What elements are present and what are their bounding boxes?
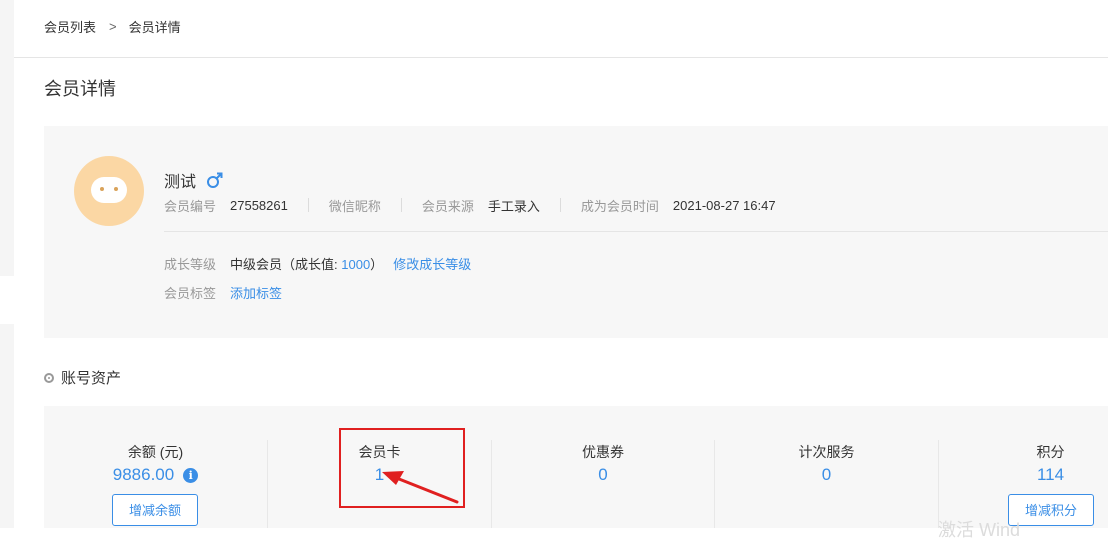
member-source-value: 手工录入 — [487, 198, 540, 214]
coupon-label: 优惠券 — [582, 444, 624, 460]
account-assets-label: 账号资产 — [61, 370, 122, 387]
adjust-balance-button[interactable]: 增减余额 — [112, 494, 198, 526]
join-time-value: 2021-08-27 16:47 — [672, 197, 776, 213]
count-service-value[interactable]: 0 — [715, 465, 938, 485]
growth-suffix: ） — [370, 257, 384, 272]
avatar — [74, 156, 144, 226]
member-name-row: 测试 — [164, 168, 224, 192]
points-value[interactable]: 114 — [939, 465, 1108, 485]
growth-value-link[interactable]: 1000 — [341, 257, 370, 272]
info-separator — [559, 198, 561, 212]
member-name: 测试 — [164, 174, 197, 191]
wechat-nickname-label: 微信昵称 — [328, 198, 381, 214]
bullet-icon — [44, 372, 54, 383]
balance-value-row: 9886.00 i — [44, 465, 267, 485]
balance-value: 9886.00 — [112, 465, 175, 484]
member-source-label: 会员来源 — [421, 198, 474, 214]
account-assets-title: 账号资产 — [44, 367, 121, 388]
male-icon — [207, 172, 223, 188]
header-divider — [14, 57, 1108, 58]
breadcrumb: 会员列表 > 会员详情 — [44, 17, 181, 36]
assets-card: 余额 (元) 9886.00 i 会员卡 1 优惠券 0 计次服务 0 积分 1… — [44, 406, 1108, 528]
join-time-label: 成为会员时间 — [580, 198, 659, 214]
asset-coupon: 优惠券 0 — [492, 406, 714, 528]
member-no-label: 会员编号 — [164, 198, 217, 214]
member-tags-label: 会员标签 — [164, 286, 217, 301]
growth-level-label: 成长等级 — [164, 257, 217, 272]
tags-row: 会员标签 添加标签 — [164, 283, 282, 302]
balance-label: 余额 (元) — [127, 444, 184, 460]
profile-divider — [164, 231, 1108, 232]
asset-count-service: 计次服务 0 — [715, 406, 938, 528]
info-icon[interactable]: i — [183, 467, 199, 483]
breadcrumb-separator: > — [109, 19, 117, 34]
breadcrumb-member-list[interactable]: 会员列表 — [44, 17, 96, 36]
info-separator — [400, 198, 402, 212]
growth-level-value: 中级会员（成长值: 1000） — [230, 254, 383, 273]
member-info-row: 会员编号 27558261 微信昵称 会员来源 手工录入 成为会员时间 2021… — [164, 196, 776, 214]
count-service-label: 计次服务 — [798, 444, 855, 460]
info-separator — [307, 198, 309, 212]
page-title: 会员详情 — [44, 79, 116, 99]
growth-prefix: 中级会员（成长值: — [230, 257, 342, 272]
annotation-arrow-icon — [382, 471, 459, 504]
growth-row: 成长等级 中级会员（成长值: 1000） 修改成长等级 — [164, 254, 471, 273]
left-strip — [0, 0, 14, 528]
member-no-value: 27558261 — [230, 197, 288, 213]
points-label: 积分 — [1036, 444, 1065, 460]
coupon-value[interactable]: 0 — [492, 465, 714, 485]
adjust-points-button[interactable]: 增减积分 — [1008, 494, 1094, 526]
profile-card: 测试 会员编号 27558261 微信昵称 会员来源 手工录入 成为会员时间 2… — [44, 126, 1108, 338]
add-tag-link[interactable]: 添加标签 — [230, 283, 282, 302]
modify-growth-level-link[interactable]: 修改成长等级 — [393, 254, 471, 273]
activation-watermark: 激活 Wind — [938, 520, 1021, 540]
breadcrumb-current: 会员详情 — [128, 20, 181, 35]
